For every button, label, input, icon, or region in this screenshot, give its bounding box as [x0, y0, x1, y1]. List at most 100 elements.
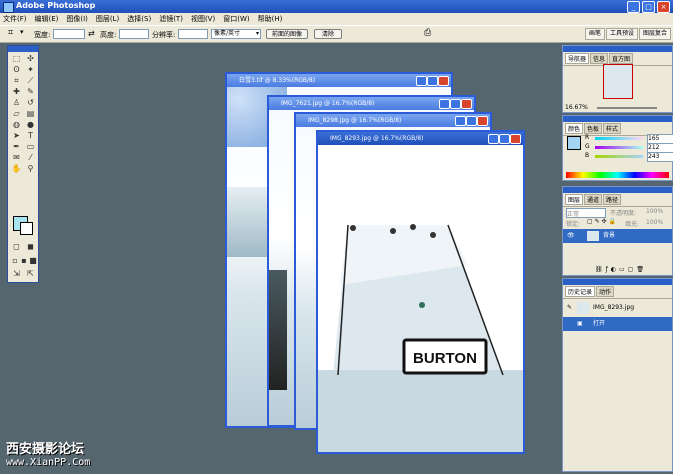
marquee-tool-icon[interactable]: ⬚: [10, 54, 23, 64]
lasso-tool-icon[interactable]: ʘ: [10, 65, 23, 75]
tab-color[interactable]: 颜色: [565, 123, 584, 134]
minimize-button[interactable]: [439, 99, 450, 109]
dodge-tool-icon[interactable]: ●: [24, 120, 37, 130]
crop-tool-icon[interactable]: ⌗: [10, 76, 23, 86]
menu-image[interactable]: 图像(I): [66, 14, 88, 24]
well-tab-layer-comps[interactable]: 图层复合: [638, 28, 671, 40]
tab-history[interactable]: 历史记录: [565, 286, 596, 297]
slice-tool-icon[interactable]: ⟋: [24, 76, 37, 86]
imageready-icon[interactable]: ⇱: [25, 269, 36, 279]
clear-button[interactable]: 清除: [314, 29, 342, 39]
height-field[interactable]: [119, 29, 149, 39]
document-title-bar[interactable]: 白雪3.tif @ 8.33%(RGB/8): [227, 74, 451, 87]
b-value[interactable]: 243: [647, 152, 673, 162]
menu-view[interactable]: 视图(V): [191, 14, 215, 24]
document-title-bar[interactable]: IMG_8298.jpg @ 16.7%(RGB/8): [296, 114, 490, 127]
type-tool-icon[interactable]: T: [24, 131, 37, 141]
tab-histogram[interactable]: 直方图: [609, 53, 634, 64]
maximize-button[interactable]: [427, 76, 438, 86]
tab-styles[interactable]: 样式: [603, 123, 622, 134]
gradient-tool-icon[interactable]: ▤: [24, 109, 37, 119]
minimize-button[interactable]: _: [627, 1, 640, 13]
tab-swatches[interactable]: 色板: [584, 123, 603, 134]
lock-icons[interactable]: ▢ ✎ ✣ 🔒: [587, 218, 616, 225]
chevron-down-icon[interactable]: ▾: [20, 28, 24, 36]
screen-mode-full-menu-icon[interactable]: ▪: [20, 256, 28, 266]
menu-edit[interactable]: 编辑(E): [35, 14, 59, 24]
shape-tool-icon[interactable]: ▭: [24, 142, 37, 152]
well-tab-brushes[interactable]: 画笔: [584, 28, 605, 40]
history-snapshot[interactable]: ✎ IMG_8293.jpg: [563, 299, 672, 317]
document-window-active[interactable]: IMG_8293.jpg @ 16.7%(RGB/8) BURTON: [316, 130, 525, 454]
close-button[interactable]: [510, 134, 521, 144]
maximize-button[interactable]: [466, 116, 477, 126]
well-tab-tool-presets[interactable]: 工具预设: [605, 28, 638, 40]
healing-brush-icon[interactable]: ✚: [10, 87, 23, 97]
close-button[interactable]: [477, 116, 488, 126]
move-tool-icon[interactable]: ✣: [24, 54, 37, 64]
navigator-thumbnail[interactable]: [603, 64, 633, 99]
trash-icon[interactable]: 🗑: [636, 266, 644, 273]
layer-style-icon[interactable]: ƒ: [606, 266, 608, 273]
unit-select[interactable]: 像素/英寸 ▾: [211, 29, 261, 39]
minimize-button[interactable]: [488, 134, 499, 144]
front-image-button[interactable]: 前面的图像: [266, 29, 308, 39]
tab-layers[interactable]: 图层: [565, 194, 584, 205]
close-button[interactable]: [438, 76, 449, 86]
opacity-value[interactable]: 100%: [646, 208, 663, 215]
zoom-slider[interactable]: [597, 107, 657, 109]
swap-icon[interactable]: ⇄: [88, 29, 95, 38]
brush-tool-icon[interactable]: ✎: [24, 87, 37, 97]
crop-tool-icon[interactable]: ⌗: [8, 28, 13, 38]
eyedropper-icon[interactable]: ⁄: [24, 153, 37, 163]
hand-tool-icon[interactable]: ✋: [10, 164, 23, 174]
path-select-icon[interactable]: ➤: [10, 131, 23, 141]
mask-icon[interactable]: ◐: [611, 266, 616, 273]
layer-row[interactable]: 👁 背景: [563, 229, 672, 243]
quick-mask-icon[interactable]: ◼: [25, 242, 36, 252]
zoom-tool-icon[interactable]: ⚲: [24, 164, 37, 174]
folder-icon[interactable]: ▭: [619, 266, 625, 273]
screen-mode-full-icon[interactable]: ■: [29, 256, 37, 266]
tab-navigator[interactable]: 导航器: [565, 53, 590, 64]
blend-mode-select[interactable]: 正常: [566, 208, 606, 218]
document-title-bar[interactable]: IMG_7621.jpg @ 16.7%(RGB/8): [269, 97, 474, 110]
menu-file[interactable]: 文件(F): [3, 14, 27, 24]
screen-mode-standard-icon[interactable]: ▫: [11, 256, 19, 266]
layer-name[interactable]: 背景: [603, 229, 615, 243]
resolution-field[interactable]: [178, 29, 208, 39]
link-icon[interactable]: ⛓: [595, 266, 603, 273]
history-brush-source-icon[interactable]: ✎: [567, 299, 572, 317]
minimize-button[interactable]: [416, 76, 427, 86]
document-title-bar[interactable]: IMG_8293.jpg @ 16.7%(RGB/8): [318, 132, 523, 145]
blur-tool-icon[interactable]: ◍: [10, 120, 23, 130]
file-browser-icon[interactable]: ⎙: [424, 28, 431, 38]
menu-help[interactable]: 帮助(H): [258, 14, 283, 24]
close-button[interactable]: ×: [657, 1, 670, 13]
r-slider[interactable]: [595, 137, 643, 140]
tab-channels[interactable]: 通道: [584, 194, 603, 205]
new-layer-icon[interactable]: ▢: [628, 266, 634, 273]
fill-value[interactable]: 100%: [646, 219, 663, 226]
close-button[interactable]: [461, 99, 472, 109]
tab-paths[interactable]: 路径: [603, 194, 622, 205]
history-step[interactable]: ▣ 打开: [563, 317, 672, 331]
b-slider[interactable]: [595, 155, 643, 158]
notes-tool-icon[interactable]: ✉: [10, 153, 23, 163]
tab-info[interactable]: 信息: [590, 53, 609, 64]
eraser-tool-icon[interactable]: ▱: [10, 109, 23, 119]
history-brush-icon[interactable]: ↺: [24, 98, 37, 108]
magic-wand-icon[interactable]: ✦: [24, 65, 37, 75]
jump-to-imageready-icon[interactable]: ⇲: [11, 269, 22, 279]
maximize-button[interactable]: □: [642, 1, 655, 13]
standard-mode-icon[interactable]: ◻: [11, 242, 22, 252]
background-color-swatch[interactable]: [20, 222, 33, 235]
clone-stamp-icon[interactable]: ♙: [10, 98, 23, 108]
document-canvas[interactable]: BURTON: [318, 145, 523, 452]
tab-actions[interactable]: 动作: [596, 286, 615, 297]
eye-icon[interactable]: 👁: [567, 229, 575, 243]
menu-window[interactable]: 窗口(W): [223, 14, 249, 24]
menu-layer[interactable]: 图层(L): [96, 14, 119, 24]
maximize-button[interactable]: [450, 99, 461, 109]
maximize-button[interactable]: [499, 134, 510, 144]
